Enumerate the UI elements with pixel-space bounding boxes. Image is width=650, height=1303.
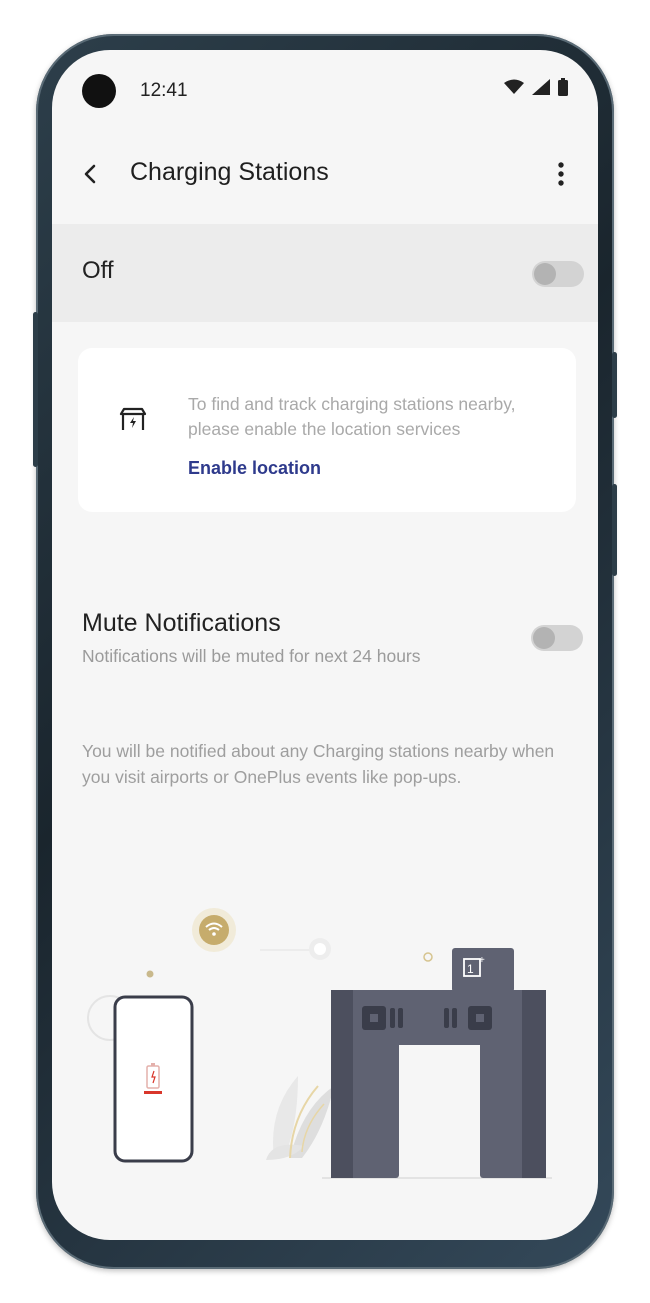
info-text: You will be notified about any Charging …: [82, 741, 555, 787]
screen: 12:41 Charging Stations Off To find and …: [52, 50, 598, 1240]
main-toggle-row[interactable]: Off: [52, 224, 598, 322]
svg-text:1: 1: [467, 962, 474, 976]
back-arrow-icon[interactable]: [80, 160, 100, 188]
plant-illustration: [266, 1076, 334, 1160]
status-icons: [504, 78, 568, 96]
side-button: [612, 484, 617, 576]
switch-knob: [533, 627, 555, 649]
charging-kiosk-illustration: 1 +: [331, 948, 546, 1178]
mute-title: Mute Notifications: [82, 609, 281, 637]
dot: [146, 970, 154, 978]
mute-subtitle: Notifications will be muted for next 24 …: [82, 646, 421, 666]
front-camera: [82, 74, 116, 108]
volume-button: [33, 312, 38, 467]
enable-location-link[interactable]: Enable location: [188, 458, 321, 479]
location-card: To find and track charging stations near…: [78, 348, 576, 512]
dot: [423, 952, 433, 962]
power-button: [612, 352, 617, 418]
main-toggle-label: Off: [82, 257, 114, 284]
svg-text:+: +: [479, 955, 485, 966]
wifi-badge-icon: [192, 908, 236, 952]
switch-knob: [534, 263, 556, 285]
main-toggle-switch[interactable]: [532, 261, 584, 287]
location-card-text: To find and track charging stations near…: [188, 394, 516, 439]
signal-icon: [532, 79, 550, 95]
wifi-icon: [504, 79, 524, 94]
battery-icon: [558, 78, 568, 96]
page-title: Charging Stations: [130, 158, 329, 186]
charging-station-icon: [119, 407, 147, 430]
phone-illustration: [113, 995, 194, 1163]
charging-station-illustration: 1 +: [87, 908, 552, 1179]
status-time: 12:41: [140, 80, 188, 101]
mute-toggle-switch[interactable]: [531, 625, 583, 651]
more-vert-icon[interactable]: [554, 160, 568, 188]
